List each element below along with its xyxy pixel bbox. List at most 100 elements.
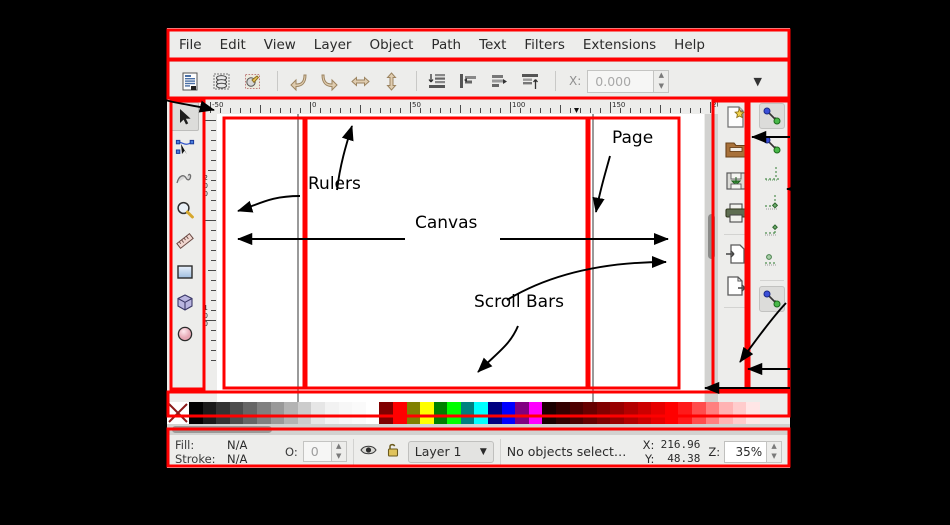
palette-swatch[interactable] xyxy=(732,402,747,424)
menu-item-view[interactable]: View xyxy=(264,37,296,53)
rotate-right-icon[interactable] xyxy=(316,68,342,94)
palette-swatch[interactable] xyxy=(691,402,706,424)
tweak-tool[interactable] xyxy=(170,164,199,193)
menu-item-text[interactable]: Text xyxy=(479,37,506,53)
save-icon[interactable] xyxy=(722,167,750,195)
import-icon[interactable] xyxy=(722,240,750,268)
palette-swatch[interactable] xyxy=(297,402,312,424)
opacity-input[interactable]: 0 xyxy=(302,441,331,462)
palette-swatch[interactable] xyxy=(583,402,597,424)
palette-swatch[interactable] xyxy=(610,402,624,424)
palette-swatch[interactable] xyxy=(569,402,584,424)
palette-swatch[interactable] xyxy=(406,402,421,424)
no-color-swatch[interactable] xyxy=(167,402,189,424)
palette-swatch[interactable] xyxy=(542,402,557,424)
new-file-icon[interactable] xyxy=(722,103,750,131)
palette-swatch[interactable] xyxy=(324,402,339,424)
horizontal-ruler[interactable]: -50 0 50 100 150 200 xyxy=(202,99,718,114)
palette-swatch[interactable] xyxy=(379,402,393,424)
unlock-icon[interactable] xyxy=(386,442,400,461)
palette-swatch[interactable] xyxy=(270,402,285,424)
zoom-tool[interactable] xyxy=(170,195,199,224)
palette-swatch[interactable] xyxy=(243,402,257,424)
eye-icon[interactable] xyxy=(360,443,377,460)
flip-horizontal-icon[interactable] xyxy=(347,68,373,94)
menu-item-object[interactable]: Object xyxy=(369,37,413,53)
palette-swatch[interactable] xyxy=(528,402,543,424)
palette-swatch[interactable] xyxy=(216,402,230,424)
zoom-stepper[interactable]: ▲ ▼ xyxy=(766,440,783,463)
palette-swatch[interactable] xyxy=(501,402,516,424)
menu-item-filters[interactable]: Filters xyxy=(524,37,564,53)
palette-swatch[interactable] xyxy=(678,402,692,424)
menu-item-layer[interactable]: Layer xyxy=(314,37,352,53)
palette-swatch[interactable] xyxy=(433,402,448,424)
palette-swatch[interactable] xyxy=(365,402,380,424)
palette-swatch[interactable] xyxy=(719,402,733,424)
palette-scrollbar[interactable] xyxy=(167,424,790,435)
enable-snapping-icon[interactable] xyxy=(759,103,785,129)
palette-swatch[interactable] xyxy=(392,402,407,424)
open-folder-icon[interactable] xyxy=(722,135,750,163)
menu-item-edit[interactable]: Edit xyxy=(220,37,246,53)
rectangle-tool[interactable] xyxy=(170,257,199,286)
snap-bounding-box-icon[interactable] xyxy=(759,132,785,158)
layer-selector[interactable]: Layer 1 ▼ xyxy=(407,440,494,463)
fill-stroke-values[interactable]: N/A N/A xyxy=(227,438,273,466)
box3d-tool[interactable] xyxy=(170,288,199,317)
snap-nodes-paths-icon[interactable] xyxy=(759,286,785,312)
selector-tool[interactable] xyxy=(170,102,199,131)
opacity-stepper[interactable]: ▲ ▼ xyxy=(330,441,347,462)
palette-swatch[interactable] xyxy=(189,402,203,424)
palette-swatch[interactable] xyxy=(474,402,489,424)
align-right-icon[interactable] xyxy=(486,68,512,94)
palette-swatch[interactable] xyxy=(624,402,638,424)
menu-item-extensions[interactable]: Extensions xyxy=(583,37,656,53)
palette-swatch[interactable] xyxy=(311,402,325,424)
menu-item-path[interactable]: Path xyxy=(431,37,461,53)
palette-swatch[interactable] xyxy=(256,402,271,424)
export-icon[interactable] xyxy=(722,272,750,300)
palette-swatch[interactable] xyxy=(705,402,720,424)
palette-swatch[interactable] xyxy=(338,402,353,424)
vertical-scroll-thumb[interactable] xyxy=(708,214,715,259)
x-coordinate-input[interactable]: 0.000 xyxy=(587,69,654,93)
image-properties-icon[interactable] xyxy=(239,68,265,94)
toolbar-overflow-caret[interactable]: ▼ xyxy=(754,75,762,88)
fill-value[interactable]: N/A xyxy=(227,438,273,452)
align-left-icon[interactable] xyxy=(455,68,481,94)
menu-item-file[interactable]: File xyxy=(179,37,202,53)
palette-swatch[interactable] xyxy=(229,402,244,424)
color-palette[interactable] xyxy=(167,402,790,424)
palette-swatch[interactable] xyxy=(556,402,570,424)
document-properties-icon[interactable] xyxy=(208,68,234,94)
palette-swatches[interactable] xyxy=(189,402,790,424)
snap-bbox-centers-icon[interactable] xyxy=(759,248,785,274)
palette-swatch[interactable] xyxy=(515,402,529,424)
rotate-left-icon[interactable] xyxy=(285,68,311,94)
print-icon[interactable] xyxy=(722,199,750,227)
zoom-input[interactable]: 35% xyxy=(724,440,767,463)
palette-swatch[interactable] xyxy=(651,402,665,424)
palette-swatch[interactable] xyxy=(284,402,298,424)
palette-swatch[interactable] xyxy=(746,402,760,424)
palette-swatch[interactable] xyxy=(664,402,679,424)
menu-item-help[interactable]: Help xyxy=(674,37,705,53)
align-top-icon[interactable] xyxy=(517,68,543,94)
snap-bbox-corners-icon[interactable] xyxy=(759,190,785,216)
palette-swatch[interactable] xyxy=(202,402,217,424)
palette-swatch[interactable] xyxy=(352,402,366,424)
ellipse-tool[interactable] xyxy=(170,319,199,348)
palette-swatch[interactable] xyxy=(460,402,475,424)
snap-bbox-edges-icon[interactable] xyxy=(759,161,785,187)
flip-vertical-icon[interactable] xyxy=(378,68,404,94)
palette-swatch[interactable] xyxy=(447,402,461,424)
align-bottom-icon[interactable] xyxy=(424,68,450,94)
x-coordinate-stepper[interactable]: ▲ ▼ xyxy=(653,69,670,93)
node-tool[interactable] xyxy=(170,133,199,162)
palette-swatch[interactable] xyxy=(488,402,502,424)
snap-bbox-edge-midpoints-icon[interactable] xyxy=(759,219,785,245)
new-document-icon[interactable] xyxy=(177,68,203,94)
palette-swatch[interactable] xyxy=(596,402,611,424)
palette-swatch[interactable] xyxy=(637,402,652,424)
